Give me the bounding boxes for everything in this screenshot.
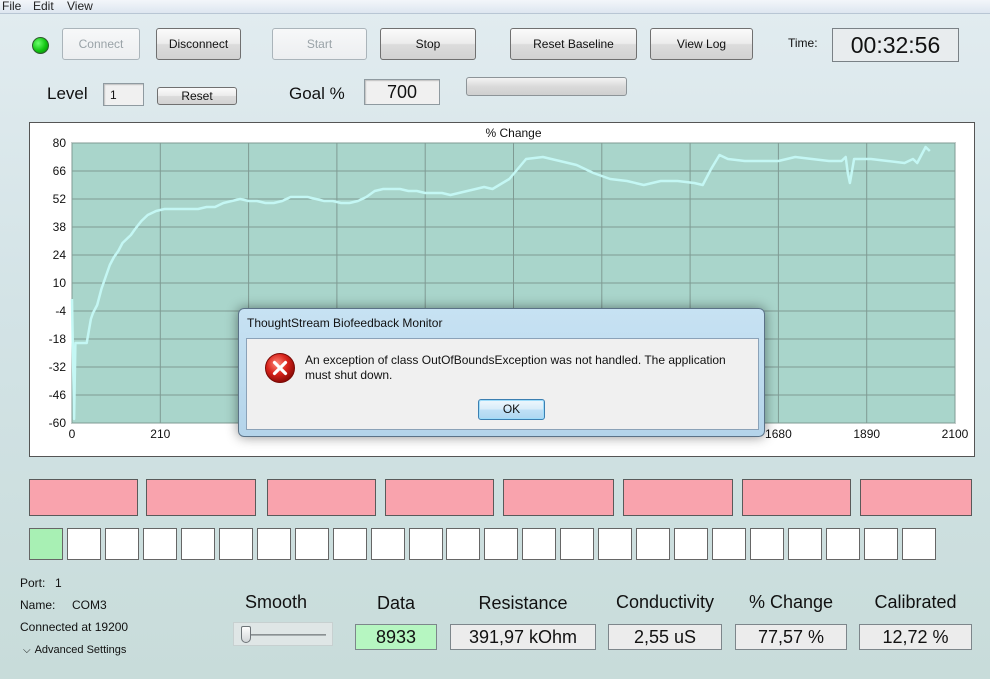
- level-cell: [712, 528, 746, 560]
- pink-indicator: [742, 479, 851, 516]
- chevron-down-icon: ⌵: [23, 645, 31, 656]
- stop-button[interactable]: Stop: [380, 28, 476, 60]
- conductivity-label: Conductivity: [615, 592, 715, 612]
- level-cell: [181, 528, 215, 560]
- level-cell: [750, 528, 784, 560]
- goal-value: 700: [364, 79, 440, 105]
- level-cell: [105, 528, 139, 560]
- smooth-slider-line: [244, 634, 326, 636]
- dialog-message: An exception of class OutOfBoundsExcepti…: [305, 353, 726, 382]
- port-value: 1: [55, 576, 62, 590]
- y-tick-label: 52: [53, 192, 67, 206]
- reset-baseline-button[interactable]: Reset Baseline: [510, 28, 637, 60]
- error-dialog: ThoughtStream Biofeedback Monitor An exc…: [238, 308, 765, 437]
- percent-change-value: 77,57 %: [735, 624, 847, 650]
- goal-label: Goal %: [289, 84, 345, 103]
- y-tick-label: -4: [55, 304, 66, 318]
- y-tick-label: 24: [53, 248, 67, 262]
- smooth-slider-thumb[interactable]: [241, 626, 251, 643]
- level-cell: [522, 528, 556, 560]
- level-cell: [674, 528, 708, 560]
- level-cell: [788, 528, 822, 560]
- data-label: Data: [376, 593, 416, 613]
- port-label: Port:: [20, 576, 46, 590]
- pink-indicator: [29, 479, 138, 516]
- x-tick-label: 0: [69, 427, 76, 441]
- view-log-button[interactable]: View Log: [650, 28, 753, 60]
- level-cell: [409, 528, 443, 560]
- y-tick-label: -18: [49, 332, 67, 346]
- x-tick-label: 1890: [853, 427, 880, 441]
- error-icon: [265, 353, 295, 383]
- pink-indicator: [860, 479, 972, 516]
- level-cell: [902, 528, 936, 560]
- y-tick-label: -32: [49, 360, 67, 374]
- y-tick-label: 80: [53, 136, 67, 150]
- y-tick-label: 66: [53, 164, 67, 178]
- level-cell: [295, 528, 329, 560]
- level-cell: [446, 528, 480, 560]
- calibrated-value: 12,72 %: [859, 624, 972, 650]
- y-tick-label: -46: [49, 388, 67, 402]
- level-label: Level: [47, 84, 88, 103]
- connection-status-icon: [32, 37, 49, 54]
- level-cell: [484, 528, 518, 560]
- pink-indicator: [623, 479, 733, 516]
- dialog-body: An exception of class OutOfBoundsExcepti…: [246, 338, 759, 430]
- pink-indicator: [385, 479, 494, 516]
- smooth-slider[interactable]: [233, 622, 333, 646]
- connect-button[interactable]: Connect: [62, 28, 140, 60]
- name-label: Name:: [20, 598, 56, 612]
- x-tick-label: 1680: [765, 427, 792, 441]
- resistance-label: Resistance: [478, 593, 568, 613]
- level-cell: [598, 528, 632, 560]
- level-cell: [29, 528, 63, 560]
- conductivity-value: 2,55 uS: [608, 624, 722, 650]
- level-cell: [219, 528, 253, 560]
- level-cell: [560, 528, 594, 560]
- level-cell: [333, 528, 367, 560]
- resistance-value: 391,97 kOhm: [450, 624, 596, 650]
- dialog-title: ThoughtStream Biofeedback Monitor: [247, 316, 443, 330]
- level-cell: [826, 528, 860, 560]
- menu-edit[interactable]: Edit: [33, 0, 54, 13]
- advanced-settings-toggle[interactable]: ⌵ Advanced Settings: [23, 644, 126, 656]
- connected-status: Connected at 19200: [20, 620, 129, 634]
- level-cell: [864, 528, 898, 560]
- goal-progress-bar: [466, 77, 627, 96]
- start-button[interactable]: Start: [272, 28, 367, 60]
- x-tick-label: 210: [150, 427, 170, 441]
- time-display: 00:32:56: [832, 28, 959, 62]
- y-tick-label: 10: [53, 276, 67, 290]
- level-cell: [257, 528, 291, 560]
- menu-bar: File Edit View: [0, 0, 990, 14]
- pink-indicator: [267, 479, 376, 516]
- name-value: COM3: [72, 598, 107, 612]
- menu-view[interactable]: View: [67, 0, 93, 13]
- calibrated-label: Calibrated: [874, 592, 957, 612]
- level-input[interactable]: 1: [103, 83, 144, 106]
- percent-change-label: % Change: [748, 592, 834, 612]
- level-cell: [371, 528, 405, 560]
- level-cell: [143, 528, 177, 560]
- level-cell: [67, 528, 101, 560]
- pink-indicator: [503, 479, 614, 516]
- advanced-settings-label: Advanced Settings: [34, 644, 127, 656]
- smooth-label: Smooth: [244, 592, 308, 612]
- menu-file[interactable]: File: [2, 0, 21, 13]
- x-tick-label: 2100: [942, 427, 969, 441]
- level-cell: [636, 528, 670, 560]
- pink-indicator: [146, 479, 256, 516]
- time-label: Time:: [788, 36, 818, 50]
- y-tick-label: -60: [49, 416, 67, 430]
- data-value: 8933: [355, 624, 437, 650]
- y-tick-label: 38: [53, 220, 67, 234]
- chart-title: % Change: [485, 126, 541, 140]
- ok-button[interactable]: OK: [478, 399, 545, 420]
- level-reset-button[interactable]: Reset: [157, 87, 237, 105]
- disconnect-button[interactable]: Disconnect: [156, 28, 241, 60]
